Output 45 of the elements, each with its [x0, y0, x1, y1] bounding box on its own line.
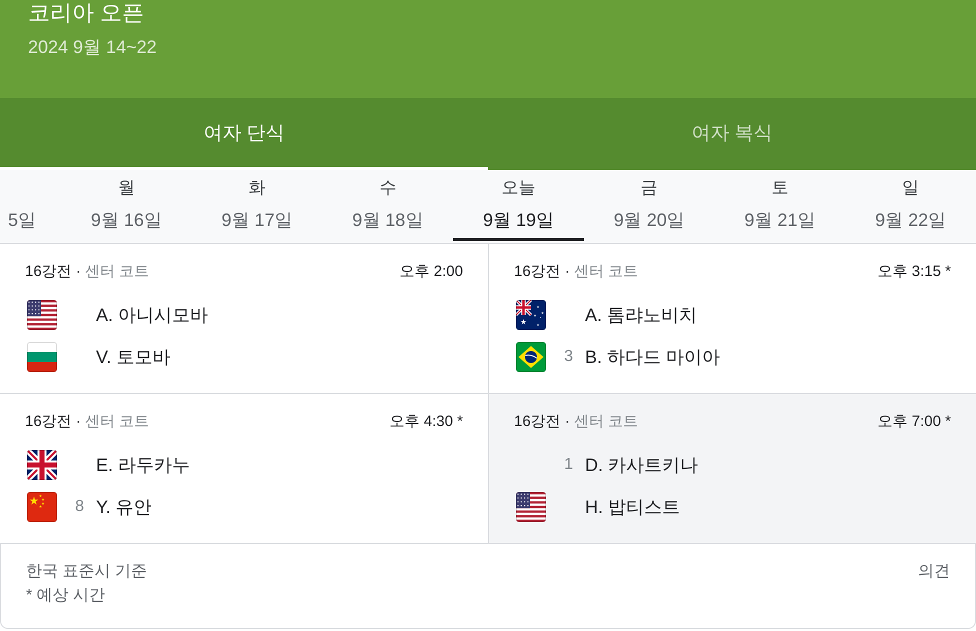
match-card[interactable]: 16강전 · 센터 코트 오후 7:00 * 1 D. 카사트키나 H. 밥티스트: [488, 394, 976, 544]
player-name: D. 카사트키나: [585, 454, 700, 477]
brazil-flag-icon: [516, 342, 546, 372]
match-time: 오후 4:30 *: [390, 412, 463, 432]
court-label: 센터 코트: [84, 263, 150, 280]
match-card[interactable]: 16강전 · 센터 코트 오후 3:15 * A. 톰랴노비치 3 B. 하다드 마이아: [488, 244, 976, 394]
player-name: A. 톰랴노비치: [585, 304, 698, 327]
usa-flag-icon: [27, 300, 57, 330]
bulgaria-flag-icon: [27, 342, 57, 372]
footer-note: 한국 표준시 기준: [26, 562, 147, 582]
player-name: B. 하다드 마이아: [585, 346, 722, 369]
day-tab[interactable]: 일 9월 22일: [845, 170, 976, 241]
feedback-link[interactable]: 의견: [918, 560, 950, 584]
day-tab[interactable]: 금 9월 20일: [584, 170, 715, 241]
player-name: H. 밥티스트: [585, 496, 682, 519]
court-label: 센터 코트: [574, 263, 638, 280]
day-tab[interactable]: 오늘 9월 19일: [453, 170, 584, 241]
event-title: 코리아 오픈: [28, 0, 146, 26]
player-name: V. 토모바: [96, 346, 172, 369]
day-tab[interactable]: 토 9월 21일: [714, 170, 846, 241]
player-name: Y. 유안: [96, 496, 153, 519]
round-label: 16강전 ·: [25, 413, 81, 430]
seed-number: 1: [564, 455, 573, 475]
australia-flag-icon: [516, 300, 546, 330]
china-flag-icon: [27, 492, 57, 522]
court-label: 센터 코트: [574, 413, 638, 430]
player-name: A. 아니시모바: [96, 304, 210, 327]
match-time: 오후 3:15 *: [878, 262, 951, 282]
event-dates: 2024 9월 14~22: [28, 36, 158, 59]
match-time: 오후 7:00 *: [878, 412, 951, 432]
uk-flag-icon: [27, 450, 57, 480]
day-tab[interactable]: 5일: [0, 170, 61, 241]
match-time: 오후 2:00: [400, 262, 463, 282]
seed-number: 3: [564, 347, 573, 367]
seed-number: 8: [75, 497, 84, 517]
round-label: 16강전 ·: [514, 263, 570, 280]
day-tab[interactable]: 화 9월 17일: [192, 170, 322, 241]
player-name: E. 라두카누: [96, 454, 192, 477]
round-label: 16강전 ·: [514, 413, 570, 430]
day-tab[interactable]: 월 9월 16일: [61, 170, 192, 241]
day-tab[interactable]: 수 9월 18일: [322, 170, 454, 241]
round-label: 16강전 ·: [25, 263, 81, 280]
usa-flag-icon: [516, 492, 546, 522]
footer-note: * 예상 시간: [26, 586, 106, 606]
court-label: 센터 코트: [84, 413, 150, 430]
